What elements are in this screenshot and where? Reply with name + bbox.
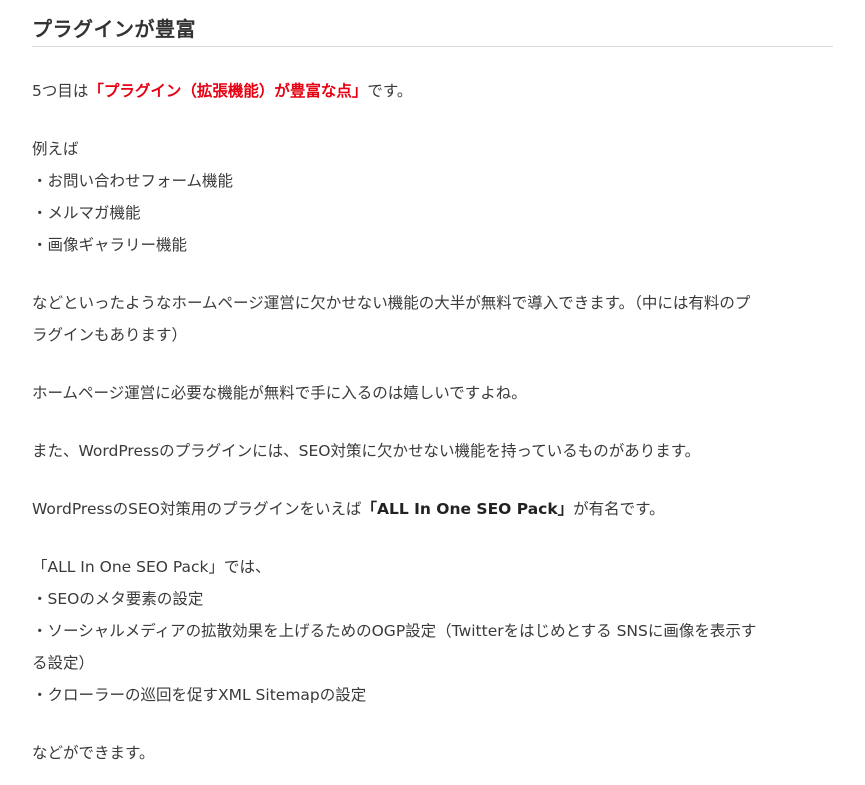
paragraph: ホームページ運営に必要な機能が無料で手に入るのは嬉しいですよね。 [32, 384, 527, 402]
point-prefix: 5つ目は [32, 82, 89, 100]
list-item: ・メルマガ機能 [32, 204, 141, 222]
paragraph-line: などといったようなホームページ運営に欠かせない機能の大半が無料で導入できます。（… [32, 294, 751, 312]
paragraph-line: ラグインもあります） [32, 326, 188, 344]
article-section: プラグインが豊富 5つ目は「プラグイン（拡張機能）が豊富な点」です。 例えば ・… [0, 0, 865, 785]
paragraph: また、WordPressのプラグインには、SEO対策に欠かせない機能を持っている… [32, 442, 701, 460]
list-item: ・SEOのメタ要素の設定 [32, 590, 204, 608]
list-item-continuation: る設定） [32, 654, 95, 672]
examples-intro: 例えば [32, 140, 79, 158]
point-highlight: 「プラグイン（拡張機能）が豊富な点」 [88, 82, 368, 100]
section-heading: プラグインが豊富 [32, 14, 833, 47]
closing-paragraph: などができます。 [32, 744, 155, 762]
list-item: ・お問い合わせフォーム機能 [32, 172, 234, 190]
list-item: ・画像ギャラリー機能 [32, 236, 188, 254]
list-item: ・クローラーの巡回を促すXML Sitemapの設定 [32, 686, 367, 704]
seo-prefix: WordPressのSEO対策用のプラグインをいえば [32, 500, 362, 518]
features-intro: 「ALL In One SEO Pack」では、 [32, 558, 271, 576]
plugin-name: 「ALL In One SEO Pack」 [361, 500, 574, 518]
paragraph-point-five: 5つ目は「プラグイン（拡張機能）が豊富な点」です。 [32, 81, 412, 101]
point-suffix: です。 [367, 82, 413, 100]
seo-suffix: が有名です。 [573, 500, 665, 518]
list-item: ・ソーシャルメディアの拡散効果を上げるためのOGP設定（Twitterをはじめと… [32, 622, 757, 640]
paragraph-seo-plugin: WordPressのSEO対策用のプラグインをいえば「ALL In One SE… [32, 499, 665, 519]
